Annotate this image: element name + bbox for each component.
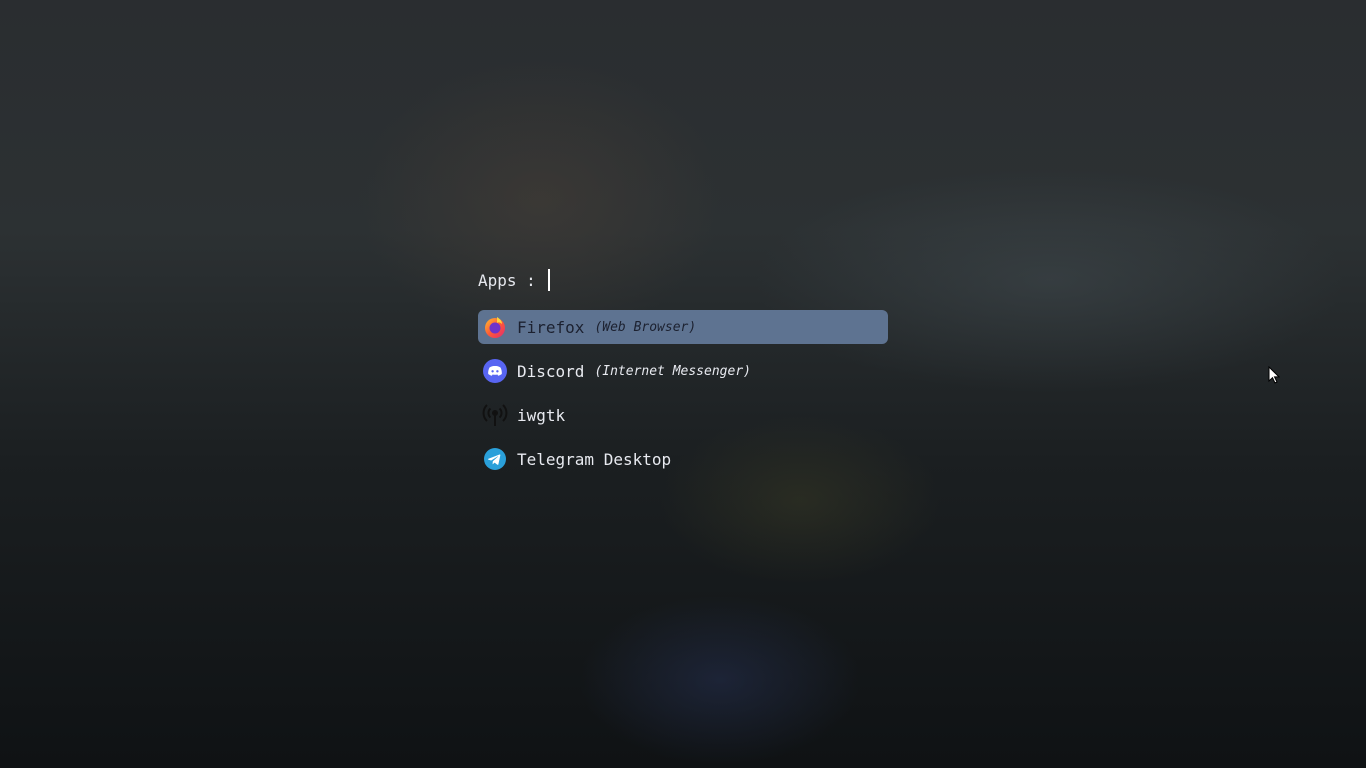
app-item-iwgtk[interactable]: iwgtk xyxy=(478,398,888,432)
app-item-firefox[interactable]: Firefox (Web Browser) xyxy=(478,310,888,344)
wireless-antenna-icon xyxy=(482,402,508,428)
app-name: Telegram Desktop xyxy=(517,449,672,469)
app-name: iwgtk xyxy=(517,405,566,425)
app-item-telegram[interactable]: Telegram Desktop xyxy=(478,442,888,476)
firefox-icon xyxy=(482,314,508,340)
app-description: (Internet Messenger) xyxy=(594,363,751,379)
app-description: (Web Browser) xyxy=(594,319,697,335)
app-list: Firefox (Web Browser) Discord (Internet … xyxy=(478,310,888,486)
app-name: Discord xyxy=(517,361,585,381)
mouse-pointer-icon xyxy=(1268,366,1280,384)
app-item-discord[interactable]: Discord (Internet Messenger) xyxy=(478,354,888,388)
discord-icon xyxy=(482,358,508,384)
app-name: Firefox xyxy=(517,317,585,337)
telegram-icon xyxy=(482,446,508,472)
launcher-prompt[interactable]: Apps : xyxy=(478,268,550,292)
text-cursor xyxy=(547,269,550,291)
